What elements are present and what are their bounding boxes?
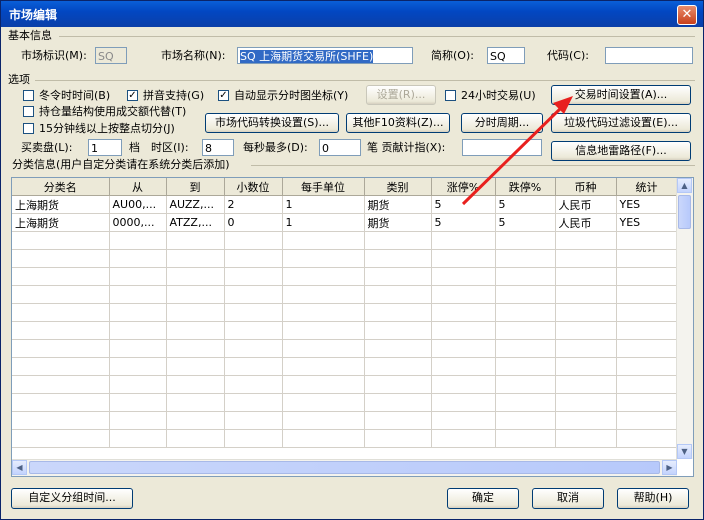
market-edit-dialog: 市场编辑 ✕ 基本信息 市场标识(M): SQ 市场名称(N): SQ 上海期货… xyxy=(0,0,704,520)
annotation-arrow xyxy=(461,96,573,206)
arrow-shaft xyxy=(461,105,564,206)
